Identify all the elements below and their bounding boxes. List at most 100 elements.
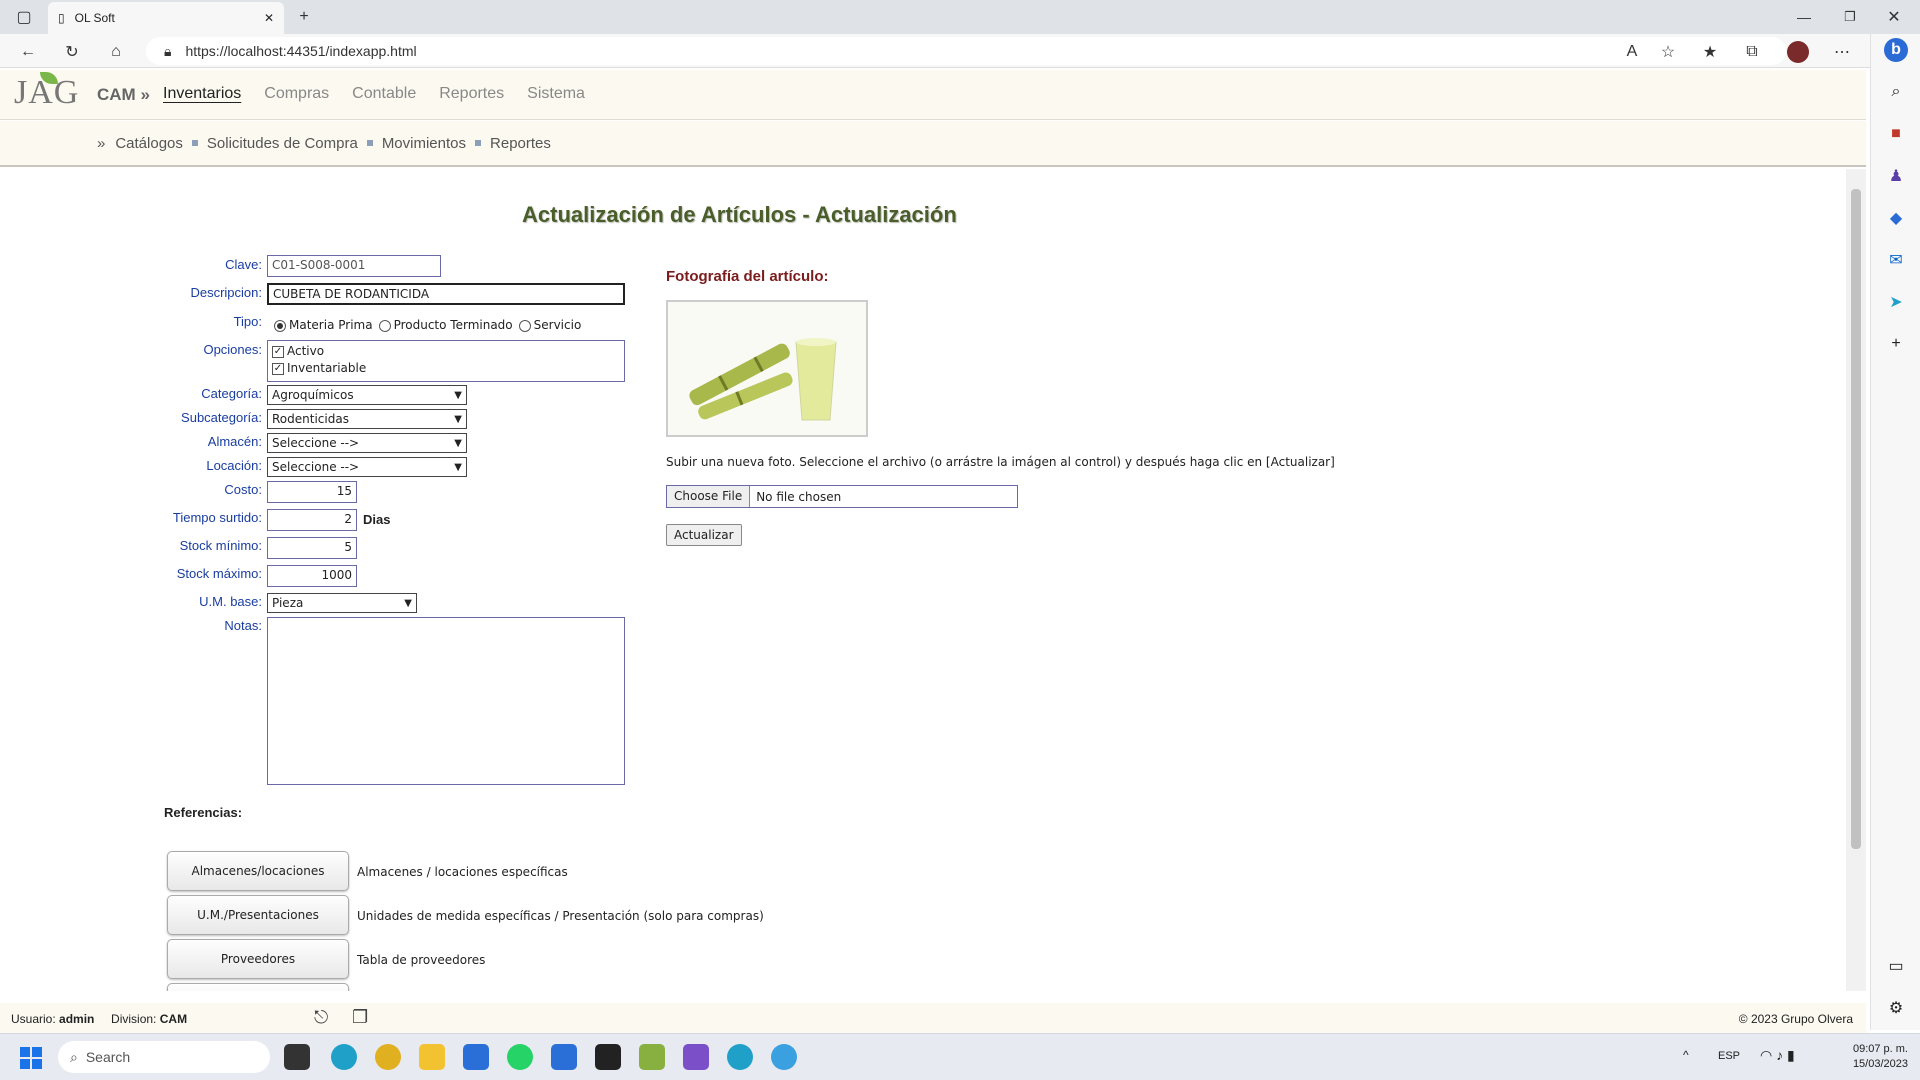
todo-app-icon[interactable] (551, 1044, 577, 1070)
chevron-down-icon: ▼ (404, 597, 412, 609)
close-tab-icon[interactable]: ✕ (264, 11, 274, 25)
subcategoria-select[interactable]: Rodenticidas ▼ (267, 409, 467, 429)
office-icon[interactable]: ◆ (1884, 206, 1908, 230)
tiempo-field[interactable]: 2 (267, 509, 357, 531)
almacenes-locaciones-button[interactable]: Almacenes/locaciones (167, 851, 349, 891)
explorer-app-icon[interactable] (419, 1044, 445, 1070)
outlook-icon[interactable]: ✉ (1884, 248, 1908, 272)
whatsapp-app-icon[interactable] (507, 1044, 533, 1070)
choose-file-button[interactable]: Choose File (667, 486, 751, 507)
url-text: https://localhost:44351/indexapp.html (185, 43, 417, 59)
nav-contable[interactable]: Contable (352, 85, 416, 103)
um-label: U.M. base: (199, 594, 262, 609)
chrome-app-icon[interactable] (375, 1044, 401, 1070)
um-presentaciones-button[interactable]: U.M./Presentaciones (167, 895, 349, 935)
back-icon[interactable]: ← (16, 40, 40, 64)
new-tab-icon[interactable]: + (292, 5, 316, 29)
um-select[interactable]: Pieza ▼ (267, 593, 417, 613)
tiempo-label: Tiempo surtido: (172, 510, 262, 525)
browser-toolbar: ← ↻ ⌂ 🔒︎ https://localhost:44351/indexap… (0, 34, 1920, 68)
nav-reportes[interactable]: Reportes (439, 85, 504, 103)
clock[interactable]: 09:07 p. m. 15/03/2023 (1853, 1042, 1908, 1072)
mail-app-icon[interactable] (463, 1044, 489, 1070)
task-view-icon[interactable] (284, 1044, 310, 1070)
restore-icon[interactable]: ❐ (1838, 5, 1862, 29)
radio-producto-terminado[interactable]: Producto Terminado (378, 318, 513, 332)
article-photo (666, 300, 868, 437)
referencias-title: Referencias: (164, 805, 243, 820)
settings-icon[interactable]: ⚙ (1884, 996, 1908, 1020)
proveedores-button[interactable]: Proveedores (167, 939, 349, 979)
opciones-label: Opciones: (203, 342, 262, 357)
7zip-app-icon[interactable] (595, 1044, 621, 1070)
subnav-reportes[interactable]: Reportes (490, 135, 551, 152)
edge-app-icon[interactable] (331, 1044, 357, 1070)
subnav-catalogos[interactable]: Catálogos (115, 135, 183, 152)
favorite-icon[interactable]: ☆ (1656, 40, 1680, 64)
taskbar-search[interactable]: ⌕ Search (58, 1041, 270, 1073)
read-aloud-icon[interactable]: A (1620, 40, 1644, 64)
stock-min-field[interactable]: 5 (267, 537, 357, 559)
stock-min-label: Stock mínimo: (179, 538, 262, 553)
categoria-select[interactable]: Agroquímicos ▼ (267, 385, 467, 405)
almacen-select[interactable]: Seleccione --> ▼ (267, 433, 467, 453)
locacion-select[interactable]: Seleccione --> ▼ (267, 457, 467, 477)
checkbox-inventariable[interactable]: ✓ Inventariable (272, 361, 620, 375)
tool-app-icon[interactable] (639, 1044, 665, 1070)
scrollbar-thumb[interactable] (1851, 189, 1861, 849)
language-indicator[interactable]: ESP (1718, 1050, 1740, 1062)
tab-actions-icon[interactable]: ▢ (12, 5, 36, 29)
edge-active-app-icon[interactable] (727, 1044, 753, 1070)
home-icon[interactable]: ⌂ (104, 40, 128, 64)
wifi-volume-battery-icon[interactable]: ◠ ♪ ▮ (1760, 1047, 1795, 1064)
notas-textarea[interactable] (267, 617, 625, 785)
send-icon[interactable]: ➤ (1884, 290, 1908, 314)
profile-icon[interactable] (1786, 40, 1810, 64)
close-window-icon[interactable]: ✕ (1882, 5, 1906, 29)
menu-icon[interactable]: ⋯ (1830, 40, 1854, 64)
collections-icon[interactable]: ⧉ (1740, 40, 1764, 64)
tray-chevron-up-icon[interactable]: ^ (1683, 1048, 1689, 1062)
clave-field[interactable]: C01-S008-0001 (267, 255, 441, 277)
nav-inventarios[interactable]: Inventarios (163, 85, 241, 103)
visual-studio-app-icon[interactable] (683, 1044, 709, 1070)
app-icon[interactable] (771, 1044, 797, 1070)
logout-icon[interactable]: ⎋ (314, 1007, 328, 1028)
descripcion-field[interactable]: CUBETA DE RODANTICIDA (267, 283, 625, 305)
page-title: Actualización de Artículos - Actualizaci… (522, 202, 957, 227)
radio-materia-prima[interactable]: Materia Prima (274, 318, 373, 332)
proveedores-desc: Tabla de proveedores (357, 953, 486, 967)
chevron-right-icon: » (97, 134, 106, 152)
subnav-movimientos[interactable]: Movimientos (382, 135, 466, 152)
brand-label[interactable]: CAM » (97, 85, 150, 105)
reference-button-partial[interactable] (167, 983, 349, 991)
minimize-icon[interactable]: — (1792, 5, 1816, 29)
stock-max-field[interactable]: 1000 (267, 565, 357, 587)
tools-icon[interactable]: ■ (1884, 122, 1908, 146)
file-name: No file chosen (756, 489, 842, 504)
checkbox-activo[interactable]: ✓ Activo (272, 344, 620, 358)
page-scrollbar[interactable] (1846, 169, 1866, 991)
browser-tab[interactable]: ▯ OL Soft ✕ (48, 2, 284, 34)
radio-servicio[interactable]: Servicio (518, 318, 581, 332)
opciones-box: ✓ Activo ✓ Inventariable (267, 340, 625, 382)
search-icon[interactable]: ⌕ (1884, 80, 1908, 104)
subnav-solicitudes[interactable]: Solicitudes de Compra (207, 135, 358, 152)
actualizar-button[interactable]: Actualizar (666, 524, 742, 546)
address-bar[interactable]: 🔒︎ https://localhost:44351/indexapp.html (146, 37, 1786, 65)
split-icon[interactable]: ▭ (1884, 954, 1908, 978)
add-icon[interactable]: + (1884, 332, 1908, 356)
nav-sistema[interactable]: Sistema (527, 85, 585, 103)
refresh-icon[interactable]: ↻ (60, 40, 84, 64)
nav-compras[interactable]: Compras (264, 85, 329, 103)
bing-icon[interactable]: b (1884, 38, 1908, 62)
tiempo-unit: Dias (363, 512, 391, 527)
windows-start-icon[interactable] (20, 1047, 42, 1069)
tab-title: OL Soft (74, 11, 115, 25)
copy-icon[interactable]: ❐ (352, 1007, 368, 1028)
favorites-icon[interactable]: ★ (1698, 40, 1722, 64)
file-input[interactable]: Choose File No file chosen (666, 485, 1018, 508)
games-icon[interactable]: ♟ (1884, 164, 1908, 188)
almacenes-locaciones-desc: Almacenes / locaciones específicas (357, 865, 568, 879)
costo-field[interactable]: 15 (267, 481, 357, 503)
